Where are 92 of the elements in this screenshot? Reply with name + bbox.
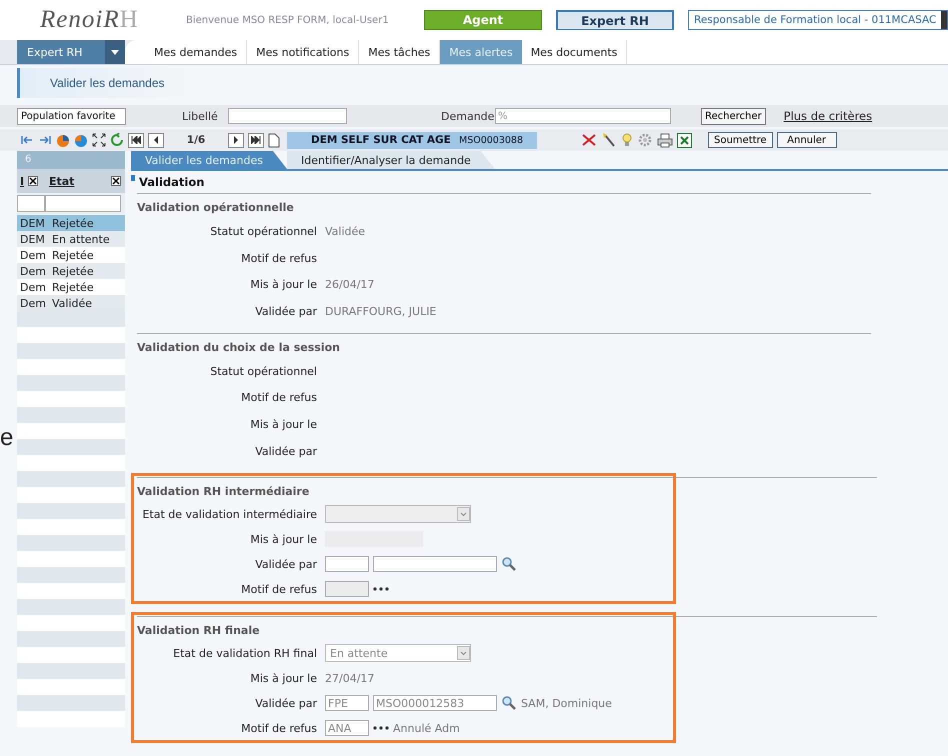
field-label: Motif de refus [240,391,318,404]
next-button[interactable] [228,132,244,148]
document-icon[interactable] [268,132,280,148]
column-title[interactable]: Etat [48,174,74,188]
previous-button[interactable] [148,132,164,148]
search-icon[interactable] [501,695,517,711]
field-label: Validée par [254,304,318,318]
field-label: Motif de refus [240,582,318,596]
list-row[interactable]: Dem Rejetée [17,247,125,263]
id-input[interactable]: MSO000012583 [373,695,497,711]
welcome-text: Bienvenue MSO RESP FORM, local-User1 [186,14,390,26]
search-icon[interactable] [501,556,517,572]
nav-tab[interactable]: Mes documents [522,40,628,64]
field-value: DURAFFOURG, JULIE [325,304,436,318]
field-label: Validée par [254,696,318,710]
list-row[interactable]: Dem Validée [17,295,125,311]
list-row[interactable]: Dem Rejetée [17,263,125,279]
profile-select[interactable]: Responsable de Formation local - 011MCASAC [688,10,948,30]
tab[interactable]: Identifier/Analyser la demande [287,151,495,169]
more-icon[interactable] [373,726,389,730]
reason-description: Annulé Adm [393,722,460,734]
first-page-button[interactable] [128,132,144,148]
caret-icon [111,50,119,54]
first-page-icon [131,136,141,144]
last-page-icon [251,136,261,144]
logo: RenoiRH [40,6,140,34]
status-select[interactable]: En attente [325,644,471,662]
field-label: Etat de validation RH final [172,646,318,660]
field-value: 27/04/17 [325,672,374,684]
field-label: Libellé [182,110,219,122]
action-button[interactable]: Annuler [776,132,837,148]
list-row[interactable]: DEM En attente [17,231,125,247]
wand-icon[interactable] [601,132,617,148]
menu-button[interactable]: Expert RH [17,40,125,64]
field-label: Statut opérationnel [209,224,318,238]
result-count: 6 [17,151,125,169]
nav-tab[interactable]: Mes demandes [145,40,248,64]
column-title[interactable]: I [20,174,24,188]
record-code: MSO0003088 [459,134,524,146]
spreadsheet-icon[interactable] [677,132,692,148]
marker-icon [131,175,135,181]
close-icon[interactable] [28,176,38,186]
field-label: Motif de refus [240,252,318,265]
field-label: Motif de refus [240,722,318,734]
nav-tab[interactable]: Mes notifications [247,40,360,64]
dropdown-icon [457,646,470,660]
code-input[interactable] [325,556,369,572]
more-criteria-link[interactable]: Plus de critères [784,109,872,123]
filter-input[interactable] [45,195,121,212]
code-input[interactable]: FPE [325,695,369,711]
close-icon[interactable] [111,176,121,186]
list-row[interactable]: DEM Rejetée [17,215,125,231]
page-counter: 1/6 [186,134,206,146]
field-label: Mis à jour le [249,672,318,684]
field-label: Mis à jour le [249,418,318,431]
libelle-input[interactable] [228,108,347,124]
field-value: 26/04/17 [325,278,374,292]
field-label: Mis à jour le [249,278,318,292]
field-label: Mis à jour le [249,532,318,546]
page-title: Validation [139,175,204,189]
more-icon[interactable] [373,587,389,591]
field-label: Etat de validation intermédiaire [141,508,318,520]
population-field[interactable]: Population favorite [17,108,126,124]
reason-input[interactable]: ANA [325,720,369,736]
section-title: Validation du choix de la session [137,332,871,358]
dropdown-icon [457,507,470,521]
person-name: SAM, Dominique [521,696,612,710]
pie-chart-icon[interactable] [56,133,70,147]
expand-icon[interactable] [92,133,106,147]
last-icon[interactable] [38,134,52,146]
section-title: Validation RH finale [137,616,877,640]
role-button[interactable]: Expert RH [556,10,674,30]
id-input[interactable] [373,556,497,572]
previous-icon [153,136,159,144]
field-value: Validée [325,224,366,238]
last-page-button[interactable] [248,132,264,148]
field-label: Validée par [254,444,318,458]
next-icon [233,136,239,144]
filter-input[interactable] [17,195,45,212]
letter-fragment: e [0,424,14,452]
list-row[interactable]: Dem Rejetée [17,279,125,295]
record-title: DEM SELF SUR CAT AGE [311,134,452,146]
delete-icon[interactable] [581,133,597,147]
field-label: Statut opérationnel [209,364,318,378]
action-button[interactable]: Soumettre [708,132,773,148]
search-button[interactable]: Rechercher [701,108,766,124]
printer-icon[interactable] [657,132,673,148]
section-title: Validation opérationnelle [137,193,871,218]
first-icon[interactable] [20,134,34,146]
field-label: Demande [441,110,495,122]
section-title: Validation RH intermédiaire [137,476,877,502]
field-label: Validée par [254,558,318,570]
